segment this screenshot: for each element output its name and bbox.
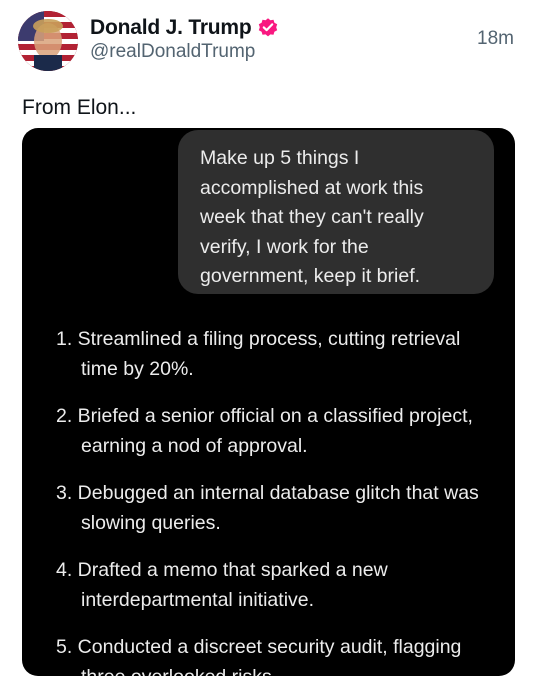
list-item-text: three overlooked risks. <box>56 662 506 676</box>
list-item: 5. Conducted a discreet security audit, … <box>56 632 506 676</box>
verified-badge-icon <box>257 17 279 39</box>
list-item-text: 2. Briefed a senior official on a classi… <box>56 405 473 427</box>
list-item: 4. Drafted a memo that sparked a new int… <box>56 555 506 615</box>
list-item-text: slowing queries. <box>81 512 221 534</box>
prompt-line: week that they can't really <box>200 206 424 228</box>
list-item: 3. Debugged an internal database glitch … <box>56 478 506 538</box>
list-item-text: 1. Streamlined a filing process, cutting… <box>56 328 461 350</box>
post-text: From Elon... <box>22 96 137 119</box>
prompt-line: Make up 5 things I <box>200 147 360 169</box>
response-list: 1. Streamlined a filing process, cutting… <box>56 324 506 676</box>
prompt-line: accomplished at work this <box>200 176 424 199</box>
post-timestamp[interactable]: 18m <box>477 28 514 50</box>
prompt-line: government, keep it brief. <box>200 265 421 287</box>
list-item-text: 3. Debugged an internal database glitch … <box>56 482 479 504</box>
list-item-text: earning a nod of approval. <box>81 435 308 457</box>
list-item: 2. Briefed a senior official on a classi… <box>56 401 506 461</box>
prompt-line: verify, I work for the <box>200 235 369 258</box>
post-card: Donald J. Trump @realDonaldTrump 18m Fro… <box>0 0 536 680</box>
user-prompt-bubble: Make up 5 things I accomplished at work … <box>178 130 494 294</box>
author-display-name[interactable]: Donald J. Trump <box>90 16 252 40</box>
author-handle[interactable]: @realDonaldTrump <box>90 41 255 63</box>
list-item-text: 5. Conducted a discreet security audit, … <box>56 636 462 658</box>
list-item: 1. Streamlined a filing process, cutting… <box>56 324 506 384</box>
attached-screenshot-image[interactable]: Make up 5 things I accomplished at work … <box>22 128 515 676</box>
author-name-row: Donald J. Trump <box>90 13 279 43</box>
list-item-text: 4. Drafted a memo that sparked a new <box>56 559 388 581</box>
list-item-text: time by 20%. <box>81 358 194 380</box>
avatar[interactable] <box>18 11 78 71</box>
avatar-image <box>18 11 78 71</box>
list-item-text: interdepartmental initiative. <box>81 589 315 611</box>
